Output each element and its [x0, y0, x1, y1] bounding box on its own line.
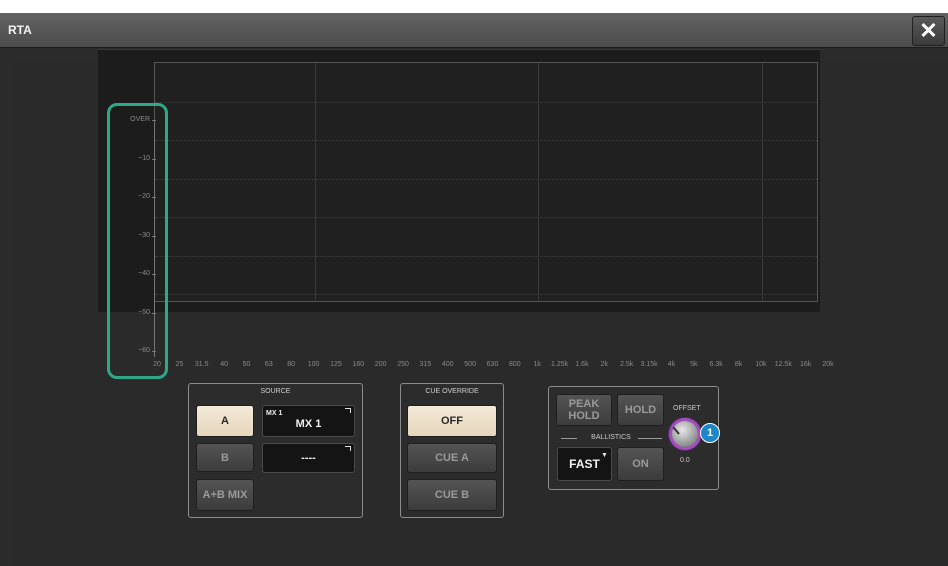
x-axis-label: 20k — [822, 361, 834, 368]
x-axis-label: 12.5k — [774, 361, 792, 368]
offset-label: OFFSET — [673, 405, 701, 412]
hold-button[interactable]: HOLD — [617, 394, 664, 426]
horizontal-gridline — [155, 255, 817, 257]
horizontal-gridline — [155, 101, 817, 103]
source-a-select[interactable]: MX 1 MX 1 — [262, 405, 355, 437]
ballistics-fast-label: FAST — [569, 457, 600, 471]
popup-icon — [345, 446, 351, 451]
x-axis-label: 1.25k — [551, 361, 569, 368]
cue-override-title: CUE OVERRIDE — [425, 388, 479, 395]
x-axis-label: 2k — [600, 361, 609, 368]
x-axis-label: 500 — [464, 361, 476, 368]
title-bar: RTA ✕ — [0, 13, 948, 48]
horizontal-gridline — [155, 217, 817, 218]
source-a-select-value: MX 1 — [295, 418, 322, 430]
x-axis-label: 10k — [755, 361, 767, 368]
peak-hold-label: PEAK HOLD — [568, 398, 600, 422]
window-title: RTA — [8, 23, 32, 37]
x-axis-label: 630 — [486, 361, 499, 368]
source-a-button[interactable]: A — [196, 405, 254, 437]
x-axis-label: 125 — [330, 361, 342, 368]
x-axis-label: 250 — [397, 361, 409, 368]
x-axis-label: 400 — [441, 361, 454, 368]
x-axis-label: 40 — [220, 361, 228, 368]
dropdown-arrow-icon: ▼ — [601, 452, 608, 459]
vertical-gridline — [538, 63, 540, 301]
vertical-gridline — [314, 63, 316, 301]
x-axis-label: 6.3k — [709, 361, 723, 368]
x-axis-label: 25 — [175, 361, 184, 368]
rta-graph-panel — [98, 49, 820, 312]
x-axis-label: 3.15k — [640, 361, 658, 368]
source-b-select[interactable]: ---- — [262, 443, 355, 473]
source-b-select-value: ---- — [301, 452, 316, 464]
close-button[interactable]: ✕ — [912, 16, 945, 46]
vertical-gridline — [761, 63, 763, 301]
source-title: SOURCE — [260, 388, 291, 395]
ballistics-divider-right — [638, 438, 662, 439]
x-axis-label: 1.6k — [575, 361, 589, 368]
ballistics-on-button[interactable]: ON — [617, 447, 664, 481]
callout-badge: 1 — [700, 423, 720, 443]
offset-knob[interactable] — [672, 421, 698, 447]
y-axis-highlight-callout — [107, 103, 168, 379]
x-axis-label: 80 — [287, 361, 296, 368]
x-axis-label: 16k — [799, 361, 812, 368]
cue-override-off-button[interactable]: OFF — [407, 405, 497, 437]
offset-value: 0.0 — [680, 457, 690, 464]
horizontal-gridline — [155, 140, 817, 141]
x-axis-label: 4k — [667, 361, 676, 368]
cue-a-button[interactable]: CUE A — [407, 443, 497, 473]
x-axis-label: 50 — [242, 361, 251, 368]
rta-plot-area — [154, 62, 818, 302]
source-a-select-small: MX 1 — [266, 410, 283, 417]
horizontal-gridline — [155, 178, 817, 180]
peak-hold-button[interactable]: PEAK HOLD — [556, 394, 612, 426]
x-axis-label: 5k — [690, 361, 698, 368]
x-axis-label: 100 — [307, 361, 320, 368]
x-axis-label: 1k — [533, 361, 541, 368]
x-axis-label: 160 — [352, 361, 365, 368]
x-axis-label: 63 — [264, 361, 273, 368]
horizontal-gridline — [155, 294, 817, 295]
x-axis-label: 2.5k — [620, 361, 634, 368]
x-axis-label: 200 — [374, 361, 387, 368]
ballistics-fast-select[interactable]: FAST ▼ — [557, 447, 612, 481]
x-axis-label: 31.5 — [194, 361, 209, 368]
x-axis-label: 315 — [419, 361, 432, 368]
cue-b-button[interactable]: CUE B — [407, 479, 497, 511]
x-axis-label: 800 — [509, 361, 521, 368]
source-ab-mix-button[interactable]: A+B MIX — [196, 479, 254, 511]
x-axis-label: 8k — [734, 361, 743, 368]
popup-icon — [345, 408, 351, 413]
source-b-button[interactable]: B — [196, 443, 254, 472]
